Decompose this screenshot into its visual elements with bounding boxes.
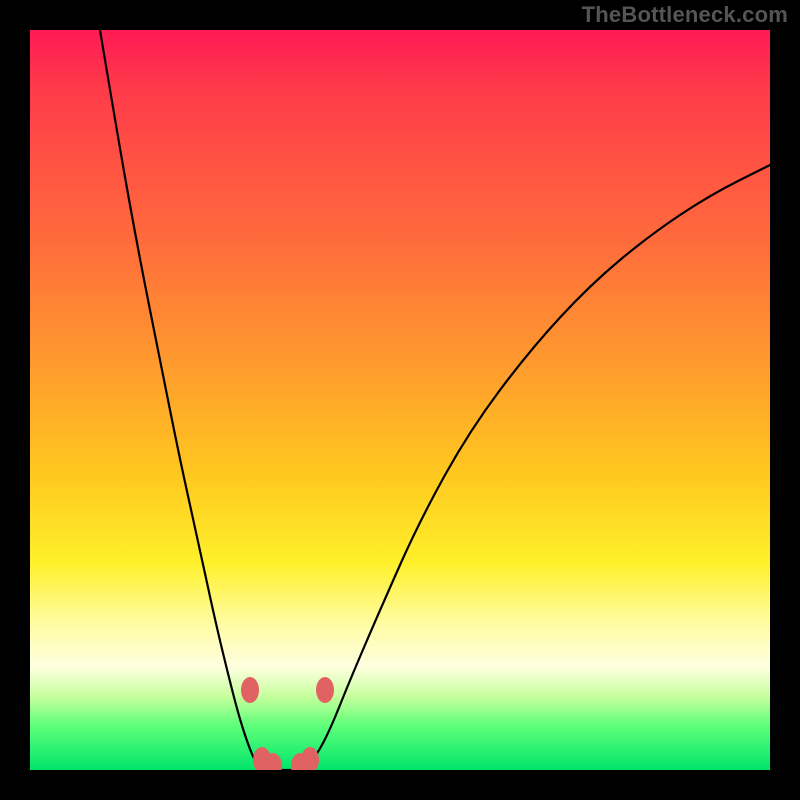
curve-right-branch bbox=[305, 165, 770, 770]
curve-layer bbox=[30, 30, 770, 770]
marker-group bbox=[241, 677, 334, 770]
curve-marker bbox=[301, 747, 319, 770]
curve-left-branch bbox=[100, 30, 265, 770]
curve-marker bbox=[241, 677, 259, 703]
chart-frame: TheBottleneck.com bbox=[0, 0, 800, 800]
curve-marker bbox=[316, 677, 334, 703]
watermark-text: TheBottleneck.com bbox=[582, 2, 788, 28]
plot-area bbox=[30, 30, 770, 770]
